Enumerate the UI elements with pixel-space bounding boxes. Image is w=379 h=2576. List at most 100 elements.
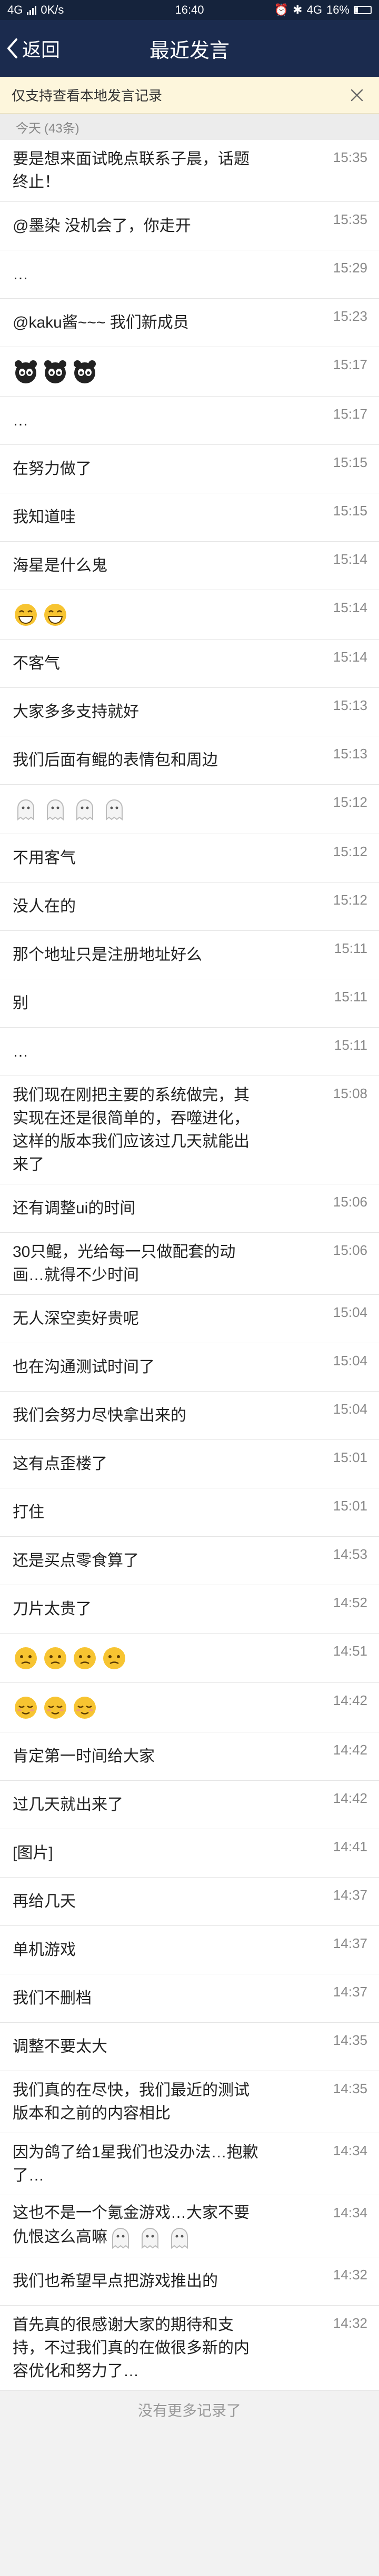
- message-content: 我们也希望早点把游戏推出的: [13, 2270, 218, 2293]
- message-time: 15:04: [333, 1401, 367, 1417]
- message-time: 15:11: [334, 940, 367, 956]
- message-item[interactable]: [图片] 14:41: [0, 1829, 379, 1878]
- message-item[interactable]: 我们后面有鲲的表情包和周边 15:13: [0, 736, 379, 785]
- message-content: [13, 359, 101, 385]
- message-text: 我们也希望早点把游戏推出的: [13, 2272, 218, 2290]
- day-label: 今天: [16, 121, 41, 136]
- message-item[interactable]: 肯定第一时间给大家 14:42: [0, 1732, 379, 1781]
- message-time: 14:53: [333, 1546, 367, 1562]
- message-content: 那个地址只是注册地址好么: [13, 944, 202, 967]
- message-item[interactable]: 因为鸽了给1星我们也没办法…抱歉 了… 14:34: [0, 2133, 379, 2195]
- message-time: 14:34: [333, 2143, 367, 2158]
- relieved-emoji-icon: [42, 1695, 68, 1721]
- message-time: 15:15: [333, 503, 367, 519]
- message-content: 我们后面有鲲的表情包和周边: [13, 749, 218, 772]
- message-text: 也在沟通测试时间了: [13, 1358, 155, 1376]
- message-item[interactable]: 我们会努力尽快拿出来的 15:04: [0, 1392, 379, 1440]
- bluetooth-icon: ✱: [293, 3, 303, 16]
- message-item[interactable]: 打住 15:01: [0, 1488, 379, 1537]
- message-time: 14:42: [333, 1742, 367, 1758]
- panda-emoji-icon: [42, 359, 68, 385]
- message-item[interactable]: … 15:29: [0, 250, 379, 299]
- message-content: 不用客气: [13, 847, 76, 870]
- message-content: 因为鸽了给1星我们也没办法…抱歉 了…: [13, 2141, 258, 2187]
- message-item[interactable]: 海星是什么鬼 15:14: [0, 542, 379, 590]
- message-item[interactable]: 不客气 15:14: [0, 640, 379, 688]
- message-item[interactable]: 30只鲲，光给每一只做配套的动 画…就得不少时间 15:06: [0, 1233, 379, 1295]
- message-time: 15:17: [333, 406, 367, 422]
- ghost-emoji-icon: [42, 796, 68, 823]
- message-item[interactable]: @墨染 没机会了，你走开 15:35: [0, 202, 379, 250]
- message-item[interactable]: 还是买点零食算了 14:53: [0, 1537, 379, 1585]
- message-text: 因为鸽了给1星我们也没办法…抱歉 了…: [13, 2143, 258, 2184]
- message-text: 大家多多支持就好: [13, 703, 139, 721]
- message-time: 15:29: [333, 260, 367, 276]
- no-more-records: 没有更多记录了: [0, 2391, 379, 2429]
- message-text: …: [13, 1042, 28, 1060]
- day-header: 今天 (43条): [0, 114, 379, 140]
- message-item[interactable]: 再给几天 14:37: [0, 1878, 379, 1926]
- message-time: 15:15: [333, 454, 367, 470]
- message-content: 这有点歪楼了: [13, 1453, 107, 1476]
- message-item[interactable]: 没人在的 15:12: [0, 883, 379, 931]
- message-item[interactable]: 无人深空卖好贵呢 15:04: [0, 1295, 379, 1343]
- message-content: 再给几天: [13, 1890, 76, 1913]
- message-item[interactable]: 14:42: [0, 1683, 379, 1732]
- message-text: 这有点歪楼了: [13, 1455, 107, 1473]
- message-time: 15:14: [333, 551, 367, 567]
- message-content: 大家多多支持就好: [13, 701, 139, 724]
- message-item[interactable]: 我们现在刚把主要的系统做完，其 实现在还是很简单的，吞噬进化， 这样的版本我们应…: [0, 1076, 379, 1184]
- message-text: 调整不要太大: [13, 2037, 107, 2055]
- message-time: 15:13: [333, 746, 367, 762]
- message-item[interactable]: 15:17: [0, 347, 379, 397]
- message-item[interactable]: 我们真的在尽快，我们最近的测试 版本和之前的内容相比 14:35: [0, 2071, 379, 2133]
- message-content: @墨染 没机会了，你走开: [13, 215, 191, 238]
- battery-icon: [354, 6, 372, 14]
- message-text: …: [13, 411, 28, 429]
- message-time: 14:35: [333, 2081, 367, 2096]
- message-item[interactable]: @kaku酱~~~ 我们新成员 15:23: [0, 299, 379, 347]
- message-content: …: [13, 263, 28, 286]
- message-item[interactable]: 15:14: [0, 590, 379, 640]
- message-item[interactable]: 也在沟通测试时间了 15:04: [0, 1343, 379, 1392]
- message-item[interactable]: 单机游戏 14:37: [0, 1926, 379, 1974]
- message-item[interactable]: 过几天就出来了 14:42: [0, 1781, 379, 1829]
- message-item[interactable]: 调整不要太大 14:35: [0, 2023, 379, 2071]
- message-item[interactable]: 那个地址只是注册地址好么 15:11: [0, 931, 379, 979]
- message-content: 还有调整ui的时间: [13, 1197, 135, 1220]
- message-text: 我们真的在尽快，我们最近的测试 版本和之前的内容相比: [13, 2081, 250, 2122]
- message-item[interactable]: 我们不删档 14:37: [0, 1974, 379, 2023]
- message-item[interactable]: 要是想来面试晚点联系子晨，话题 终止！ 15:35: [0, 140, 379, 202]
- message-content: 我们会努力尽快拿出来的: [13, 1404, 186, 1427]
- back-button[interactable]: 返回: [6, 20, 60, 77]
- message-item[interactable]: 这有点歪楼了 15:01: [0, 1440, 379, 1488]
- message-item[interactable]: 我知道哇 15:15: [0, 493, 379, 542]
- message-item[interactable]: … 15:17: [0, 397, 379, 445]
- message-time: 14:41: [333, 1839, 367, 1854]
- message-item[interactable]: 不用客气 15:12: [0, 834, 379, 883]
- message-item[interactable]: 别 15:11: [0, 979, 379, 1028]
- close-notice-button[interactable]: [346, 85, 367, 106]
- message-content: 没人在的: [13, 895, 76, 918]
- message-content: 在努力做了: [13, 458, 92, 481]
- message-item[interactable]: 我们也希望早点把游戏推出的 14:32: [0, 2257, 379, 2306]
- message-item[interactable]: … 15:11: [0, 1028, 379, 1076]
- message-content: 别: [13, 992, 28, 1015]
- message-item[interactable]: 15:12: [0, 785, 379, 834]
- message-item[interactable]: 还有调整ui的时间 15:06: [0, 1184, 379, 1233]
- message-text: 没人在的: [13, 897, 76, 915]
- message-time: 15:12: [333, 892, 367, 908]
- message-item[interactable]: 首先真的很感谢大家的期待和支 持，不过我们真的在做很多新的内 容优化和努力了… 1…: [0, 2306, 379, 2391]
- message-content: 不客气: [13, 652, 60, 675]
- message-content: [13, 1645, 131, 1671]
- alarm-icon: ⏰: [274, 3, 289, 16]
- message-item[interactable]: 刀片太贵了 14:52: [0, 1585, 379, 1634]
- message-item[interactable]: 在努力做了 15:15: [0, 445, 379, 493]
- message-item[interactable]: 这也不是一个氪金游戏…大家不要 仇恨这么高嘛 14:34: [0, 2195, 379, 2257]
- message-item[interactable]: 14:51: [0, 1634, 379, 1683]
- ghost-emoji-icon: [107, 2225, 134, 2251]
- notice-text: 仅支持查看本地发言记录: [12, 88, 163, 104]
- message-item[interactable]: 大家多多支持就好 15:13: [0, 688, 379, 736]
- message-text: 那个地址只是注册地址好么: [13, 946, 202, 964]
- message-text: 首先真的很感谢大家的期待和支 持，不过我们真的在做很多新的内 容优化和努力了…: [13, 2316, 250, 2380]
